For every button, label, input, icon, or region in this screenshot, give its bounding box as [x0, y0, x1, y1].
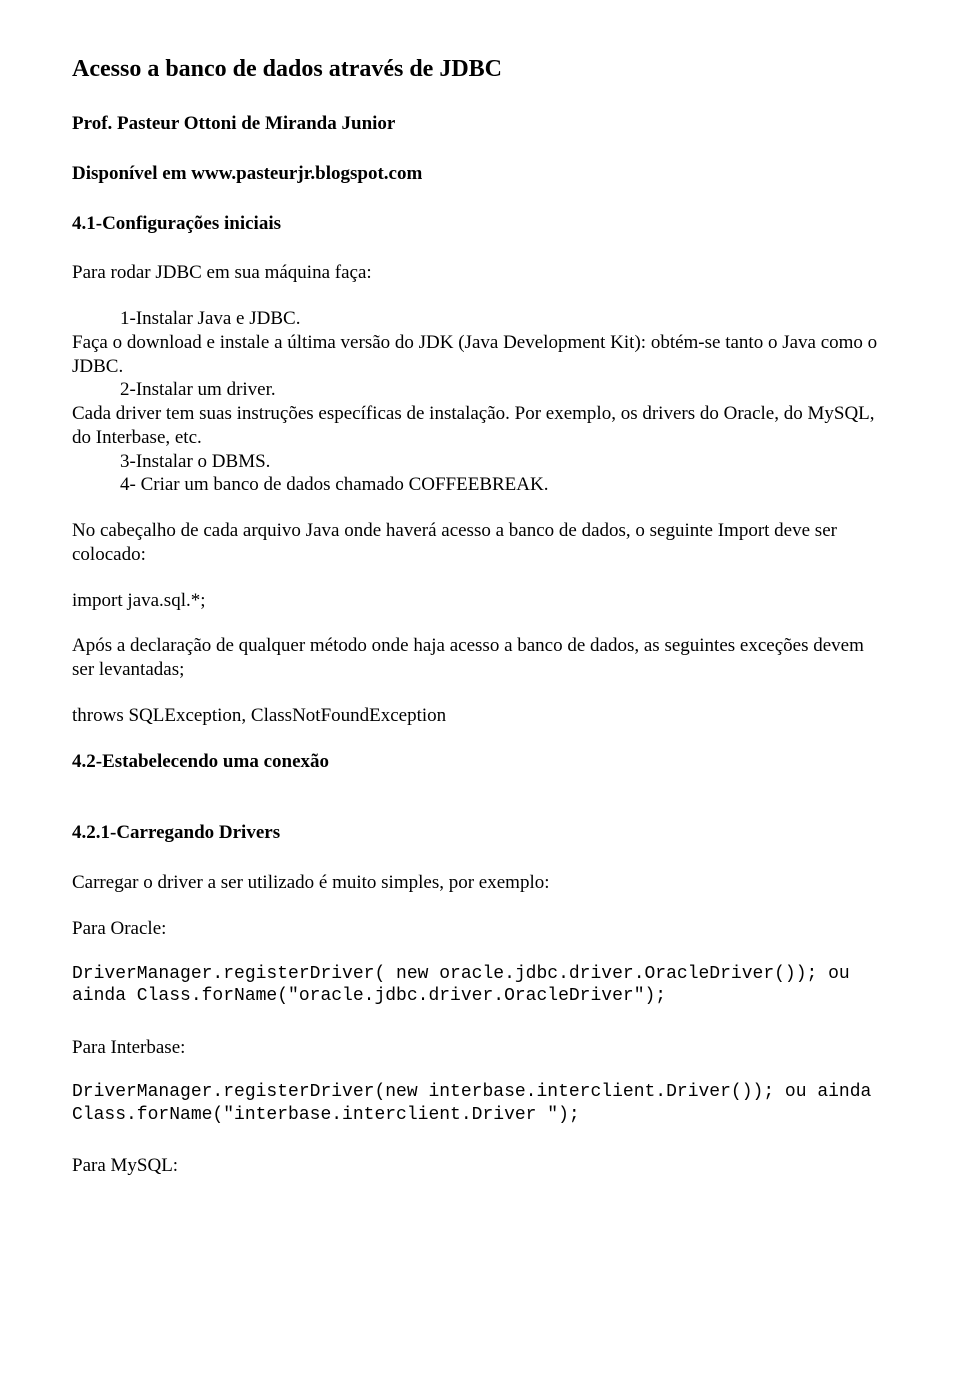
interbase-label: Para Interbase:: [72, 1036, 888, 1060]
step-list: 1-Instalar Java e JDBC. Faça o download …: [72, 307, 888, 497]
step-2-body: Cada driver tem suas instruções específi…: [72, 402, 888, 450]
drivers-intro: Carregar o driver a ser utilizado é muit…: [72, 871, 888, 895]
step-2-line1: 2-Instalar um driver.: [120, 378, 888, 402]
exceptions-intro: Após a declaração de qualquer método ond…: [72, 634, 888, 682]
oracle-label: Para Oracle:: [72, 917, 888, 941]
author-line: Prof. Pasteur Ottoni de Miranda Junior: [72, 112, 888, 136]
oracle-code: DriverManager.registerDriver( new oracle…: [72, 963, 888, 1008]
availability-line: Disponível em www.pasteurjr.blogspot.com: [72, 162, 888, 186]
step-3: 3-Instalar o DBMS.: [120, 450, 888, 474]
section-4-2-heading: 4.2-Estabelecendo uma conexão: [72, 750, 888, 774]
step-1-body: Faça o download e instale a última versã…: [72, 331, 888, 379]
section-4-1-intro: Para rodar JDBC em sua máquina faça:: [72, 261, 888, 285]
interbase-code: DriverManager.registerDriver(new interba…: [72, 1081, 888, 1126]
section-4-1-heading: 4.1-Configurações iniciais: [72, 212, 888, 236]
mysql-label: Para MySQL:: [72, 1154, 888, 1178]
import-intro: No cabeçalho de cada arquivo Java onde h…: [72, 519, 888, 567]
section-4-2-1-heading: 4.2.1-Carregando Drivers: [72, 821, 888, 845]
import-line: import java.sql.*;: [72, 589, 888, 613]
page-title: Acesso a banco de dados através de JDBC: [72, 54, 888, 84]
throws-line: throws SQLException, ClassNotFoundExcept…: [72, 704, 888, 728]
step-4: 4- Criar um banco de dados chamado COFFE…: [120, 473, 888, 497]
step-1-line1: 1-Instalar Java e JDBC.: [120, 307, 888, 331]
